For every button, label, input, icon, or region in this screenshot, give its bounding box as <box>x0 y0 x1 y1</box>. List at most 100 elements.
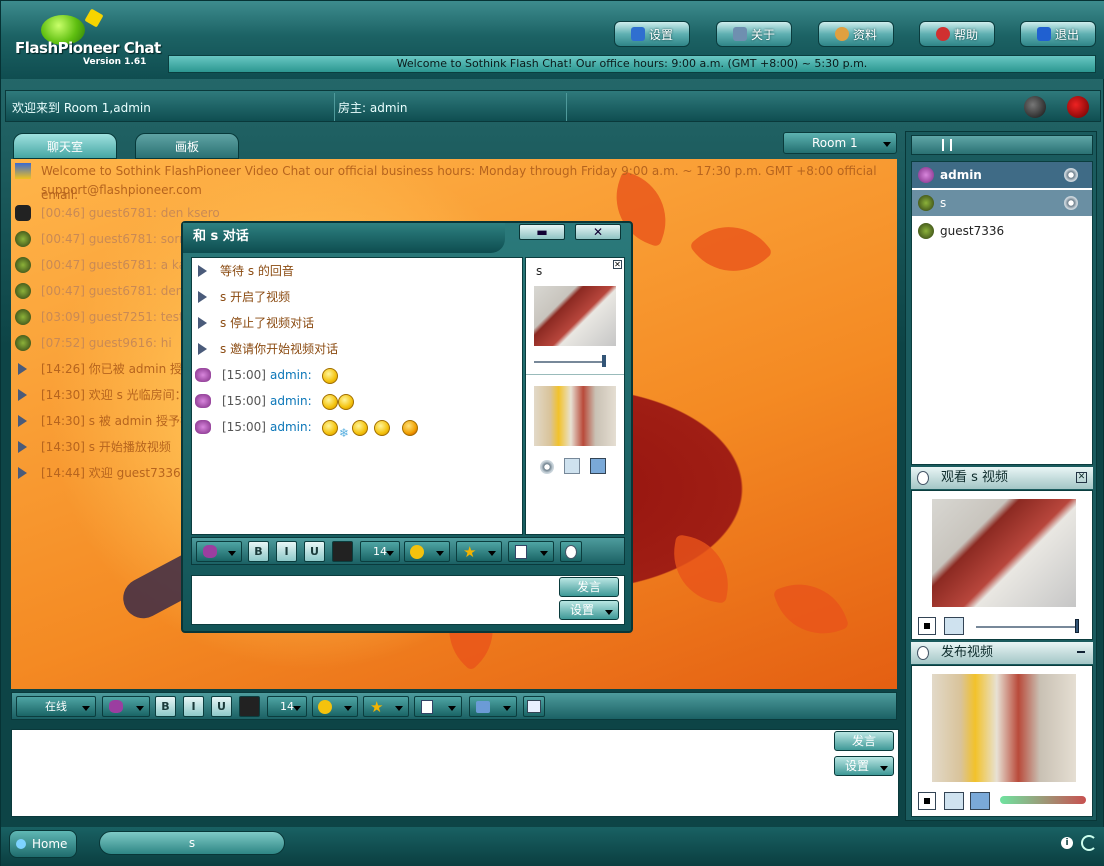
admin-avatar-icon <box>195 368 211 382</box>
message-text: 等待 s 的回音 <box>220 264 294 278</box>
italic-button[interactable]: I <box>276 541 297 562</box>
volume-icon[interactable] <box>944 792 964 810</box>
avatar-select[interactable] <box>102 696 150 717</box>
message-input[interactable] <box>11 729 899 817</box>
divider <box>334 93 335 121</box>
dialog-title[interactable]: 和 s 对话 <box>183 223 505 253</box>
message-text: s 邀请你开始视频对话 <box>220 342 339 356</box>
snowflake-icon: ❄ <box>339 426 350 440</box>
sound-icon[interactable] <box>1081 835 1097 851</box>
message-text: [14:30] s 开始播放视频 <box>41 440 171 454</box>
help-label: 帮助 <box>953 27 978 42</box>
head-button[interactable] <box>560 541 582 562</box>
webcam-icon[interactable] <box>540 460 554 474</box>
font-size-select[interactable]: 14 <box>360 541 400 562</box>
arrow-icon <box>15 387 31 403</box>
home-button[interactable]: Home <box>9 830 77 858</box>
message-text: [14:26] 你已被 admin 授予 <box>41 362 194 376</box>
logo-title: FlashPioneer Chat <box>15 39 161 57</box>
video-settings-icon[interactable] <box>970 792 990 810</box>
font-size-select[interactable]: 14 <box>267 696 307 717</box>
underline-button[interactable]: U <box>211 696 232 717</box>
send-button[interactable]: 发言 <box>834 731 894 751</box>
private-chat-dialog: 和 s 对话 ▬ ✕ 等待 s 的回音 s 开启了视频 s 停止了视频对话 s … <box>181 221 633 633</box>
record-icon[interactable] <box>1067 96 1089 118</box>
person-icon <box>917 471 929 485</box>
minimize-button[interactable]: ▬ <box>519 224 565 240</box>
message-sender: admin: <box>270 368 312 382</box>
volume-icon[interactable] <box>944 617 964 635</box>
text-color-button[interactable] <box>332 541 353 562</box>
webcam-icon[interactable] <box>1064 168 1078 182</box>
video-volume-thumb[interactable] <box>602 355 606 367</box>
video-volume-slider[interactable] <box>534 361 604 363</box>
dialog-message-area[interactable]: 等待 s 的回音 s 开启了视频 s 停止了视频对话 s 邀请你开始视频对话 [… <box>191 257 523 535</box>
video-settings-icon[interactable] <box>590 458 606 474</box>
input-settings-button[interactable]: 设置 <box>834 756 894 776</box>
underline-button[interactable]: U <box>304 541 325 562</box>
dialog-send-button[interactable]: 发言 <box>559 577 619 597</box>
webcam-icon[interactable] <box>1064 196 1078 210</box>
favorite-select[interactable]: ★ <box>363 696 409 717</box>
record-stop-icon[interactable] <box>1024 96 1046 118</box>
arrow-icon <box>15 413 31 429</box>
format-toolbar: 在线 B I U 14 ★ <box>11 692 897 720</box>
tab-chatroom[interactable]: 聊天室 <box>13 133 117 159</box>
avatar-select[interactable] <box>196 541 242 562</box>
favorite-select[interactable]: ★ <box>456 541 502 562</box>
stop-button[interactable] <box>918 617 936 635</box>
room-select[interactable]: Room 1 <box>783 132 897 154</box>
stop-icon <box>924 798 930 804</box>
admin-avatar-icon <box>918 167 934 183</box>
stop-button[interactable] <box>918 792 936 810</box>
message-text: s 开启了视频 <box>220 290 291 304</box>
minimize-icon[interactable] <box>1077 651 1085 653</box>
user-name: admin <box>940 168 982 182</box>
wave-emoticon-icon <box>374 420 390 436</box>
message-time: [15:00] <box>222 420 266 434</box>
dialog-settings-button[interactable]: 设置 <box>559 600 619 620</box>
kiss-emoticon-icon <box>402 420 418 436</box>
message-text: [14:44] 欢迎 guest7336 光 <box>41 466 197 480</box>
volume-icon[interactable] <box>564 458 580 474</box>
screenshot-button[interactable] <box>523 696 545 717</box>
profile-button[interactable]: 资料 <box>818 21 894 47</box>
italic-button[interactable]: I <box>183 696 204 717</box>
text-color-button[interactable] <box>239 696 260 717</box>
avatar-icon <box>109 700 123 713</box>
person-icon <box>565 545 577 559</box>
bold-button[interactable]: B <box>248 541 269 562</box>
user-row-guest7336[interactable]: guest7336 <box>912 218 1092 244</box>
close-icon[interactable]: ✕ <box>613 260 622 269</box>
volume-slider[interactable] <box>976 626 1078 628</box>
phrase-select[interactable] <box>508 541 554 562</box>
publish-video-header: 发布视频 <box>911 642 1093 664</box>
help-button[interactable]: 帮助 <box>919 21 995 47</box>
exit-icon <box>1036 27 1051 41</box>
volume-slider-thumb[interactable] <box>1075 619 1079 633</box>
close-icon[interactable]: ✕ <box>1076 472 1087 483</box>
private-chat-tab[interactable]: s <box>99 831 285 855</box>
file-send-select[interactable] <box>469 696 517 717</box>
settings-button[interactable]: 设置 <box>614 21 690 47</box>
user-row-admin[interactable]: admin <box>912 162 1092 188</box>
tab-whiteboard[interactable]: 画板 <box>135 133 239 159</box>
phrase-select[interactable] <box>414 696 462 717</box>
close-button[interactable]: ✕ <box>575 224 621 240</box>
message-text: [00:47] guest6781: a kai t <box>41 258 198 272</box>
message-text: support@flashpioneer.com <box>41 183 202 197</box>
user-row-s[interactable]: s <box>912 190 1092 216</box>
remote-video-feed <box>932 499 1076 607</box>
dialog-chat-message: [15:00] admin: <box>192 388 512 414</box>
smile-emoticon-icon <box>322 394 338 410</box>
info-icon[interactable]: i <box>1061 837 1073 849</box>
emoticon-select[interactable] <box>312 696 358 717</box>
emoticon-select[interactable] <box>404 541 450 562</box>
note-icon <box>515 545 527 559</box>
status-select[interactable]: 在线 <box>16 696 96 717</box>
background-leaf <box>772 570 850 648</box>
bold-button[interactable]: B <box>155 696 176 717</box>
about-button[interactable]: 关于 <box>716 21 792 47</box>
exit-button[interactable]: 退出 <box>1020 21 1096 47</box>
message-sender: admin: <box>270 420 312 434</box>
